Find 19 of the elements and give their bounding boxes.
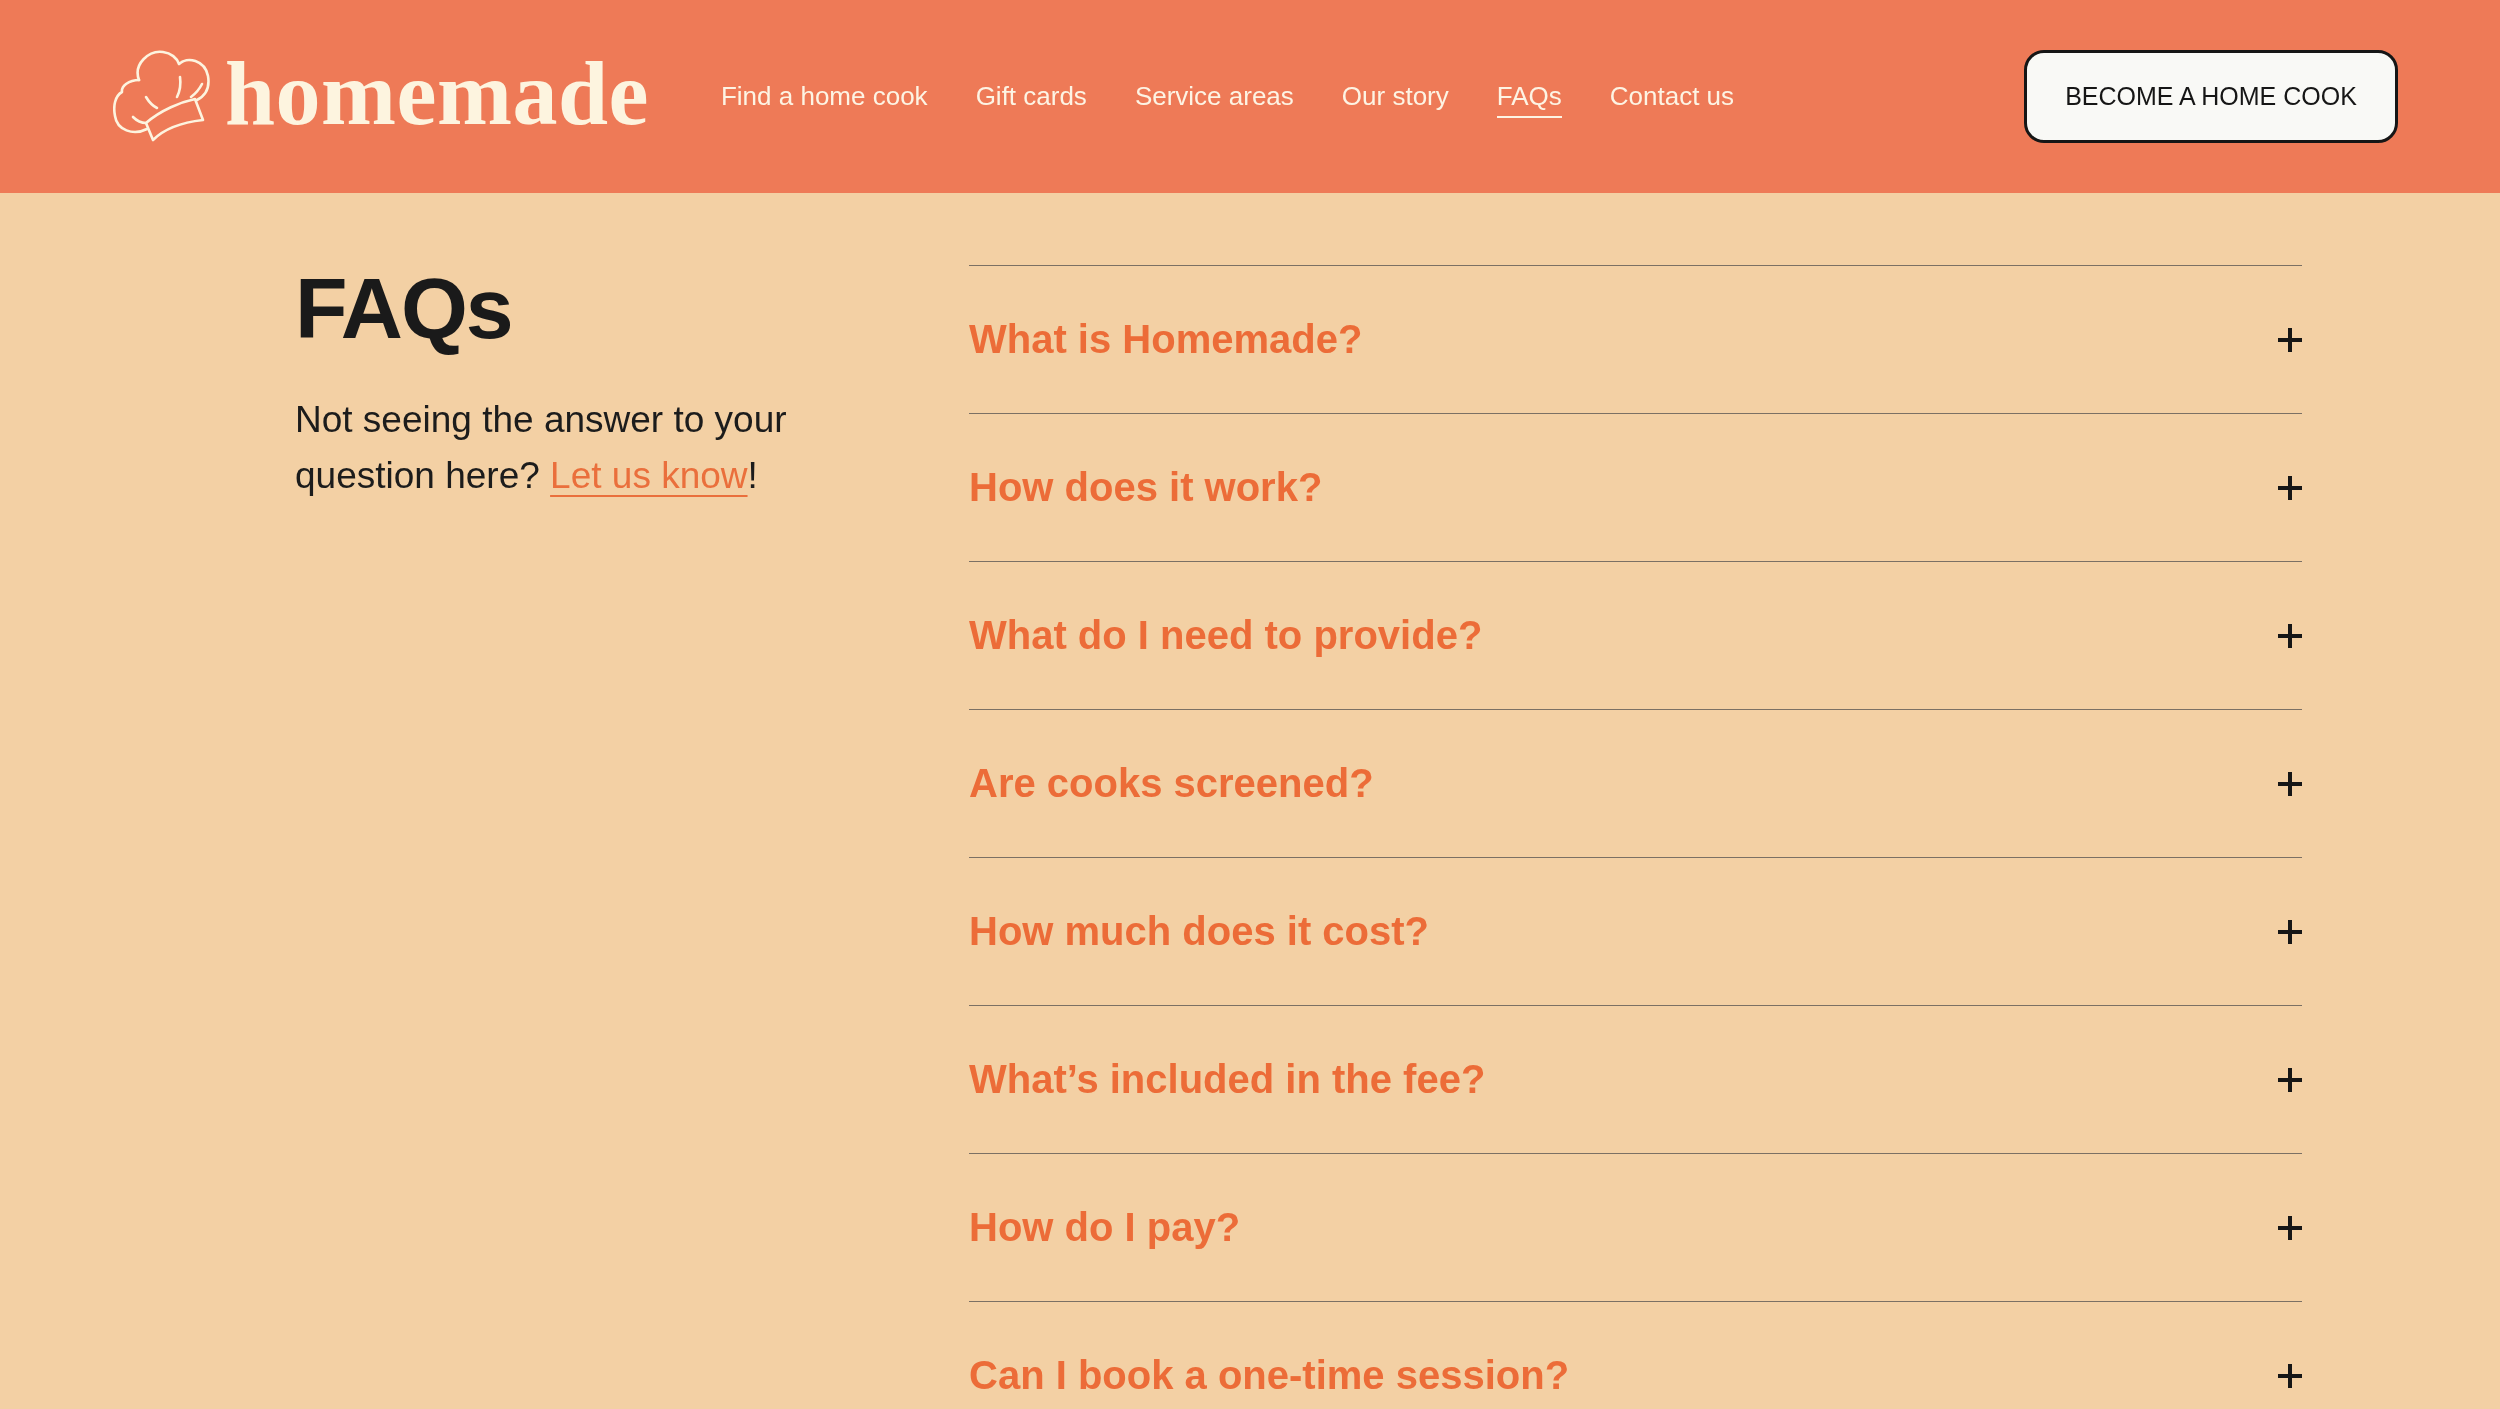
faq-question[interactable]: How do I pay?: [969, 1153, 2302, 1301]
nav-link[interactable]: Service areas: [1134, 74, 1294, 119]
faq-question[interactable]: What do I need to provide?: [969, 561, 2302, 709]
logo-link[interactable]: homemade: [113, 44, 649, 149]
contact-link[interactable]: Let us know: [550, 455, 748, 496]
faq-question[interactable]: How much does it cost?: [969, 857, 2302, 1005]
faq-question[interactable]: How does it work?: [969, 413, 2302, 561]
faq-question[interactable]: What is Homemade?: [969, 265, 2302, 413]
chef-hat-icon: [113, 50, 211, 143]
nav-link[interactable]: Find a home cook: [720, 74, 928, 119]
nav-link[interactable]: Our story: [1341, 74, 1449, 119]
nav-link[interactable]: Contact us: [1609, 74, 1735, 119]
help-text: Not seeing the answer to your question here? Let us know!: [295, 398, 788, 498]
nav-link[interactable]: FAQs: [1496, 74, 1562, 119]
faq-question[interactable]: Are cooks screened?: [969, 709, 2302, 857]
nav-link[interactable]: Gift cards: [975, 74, 1087, 119]
faq-question[interactable]: Can I book a one-time session?: [969, 1301, 2302, 1409]
faq-question[interactable]: What’s included in the fee?: [969, 1005, 2302, 1153]
become-cook-button[interactable]: BECOME A HOME COOK: [2024, 50, 2398, 143]
